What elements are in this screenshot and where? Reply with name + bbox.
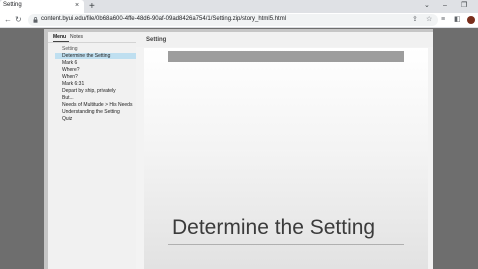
tab-title: Setting xyxy=(3,2,22,8)
tab-search-icon[interactable]: ⌄ xyxy=(424,1,430,11)
menu-item-label: Mark 6 xyxy=(62,60,78,66)
back-icon[interactable]: ← xyxy=(4,14,12,26)
menu-item-label: Needs of Multitude > His Needs xyxy=(62,102,133,108)
profile-avatar[interactable] xyxy=(467,16,475,24)
slide-heading: Determine the Setting xyxy=(172,216,376,239)
slide-title-bar xyxy=(168,51,404,62)
menu-item-label: Determine the Setting xyxy=(62,53,111,59)
reading-list-icon[interactable]: ≡ xyxy=(441,14,445,26)
menu-item-label: Depart by ship, privately xyxy=(62,88,116,94)
close-tab-icon[interactable]: × xyxy=(75,1,79,10)
address-bar[interactable]: content.byui.edu/file/0b68a600-4ffe-48d6… xyxy=(28,14,438,26)
reload-icon[interactable]: ↻ xyxy=(15,14,22,26)
course-player: Menu Notes Setting Determine the Setting… xyxy=(44,29,433,269)
browser-tab[interactable]: Setting × xyxy=(0,0,84,13)
page-title: Setting xyxy=(146,37,167,43)
slide-divider xyxy=(168,244,404,245)
browser-toolbar: ← ↻ content.byui.edu/file/0b68a600-4ffe-… xyxy=(0,13,478,28)
menu-item-mark-6-31[interactable]: Mark 6:31 xyxy=(55,81,139,87)
menu-item-quiz[interactable]: Quiz xyxy=(55,116,139,122)
slide-canvas: Determine the Setting xyxy=(144,48,428,269)
menu-section-label: Setting xyxy=(62,46,78,52)
menu-item-but[interactable]: But... xyxy=(55,95,139,101)
menu-item-depart-by-ship[interactable]: Depart by ship, privately xyxy=(55,88,139,94)
share-icon[interactable]: ⇪ xyxy=(412,14,418,26)
divider xyxy=(48,42,136,43)
player-content: Setting Determine the Setting xyxy=(136,32,433,269)
menu-item-label: When? xyxy=(62,74,78,80)
menu-item-label: But... xyxy=(62,95,74,101)
menu-item-label: Mark 6:31 xyxy=(62,81,85,87)
sidebar-tabs: Menu Notes xyxy=(48,32,136,42)
menu-item-determine-the-setting[interactable]: Determine the Setting xyxy=(55,53,139,59)
side-panel-icon[interactable]: ◧ xyxy=(454,14,461,26)
menu-item-needs-of-multitude[interactable]: Needs of Multitude > His Needs xyxy=(55,102,139,108)
tab-menu[interactable]: Menu xyxy=(53,34,66,40)
menu-item-where[interactable]: Where? xyxy=(55,67,139,73)
bookmark-star-icon[interactable]: ☆ xyxy=(426,14,432,26)
restore-icon[interactable]: ❐ xyxy=(461,1,467,11)
menu-item-when[interactable]: When? xyxy=(55,74,139,80)
menu-item-mark-6[interactable]: Mark 6 xyxy=(55,60,139,66)
content-header: Setting xyxy=(136,32,433,47)
menu-item-label: Understanding the Setting xyxy=(62,109,120,115)
menu-item-understanding-the-setting[interactable]: Understanding the Setting xyxy=(55,109,139,115)
new-tab-button[interactable]: + xyxy=(89,0,95,13)
url-text: content.byui.edu/file/0b68a600-4ffe-48d6… xyxy=(41,16,287,22)
menu-item-label: Where? xyxy=(62,67,80,73)
menu-item-label: Quiz xyxy=(62,116,73,122)
minimize-icon[interactable]: – xyxy=(443,1,447,11)
lock-icon xyxy=(33,17,38,23)
player-sidebar: Menu Notes Setting Determine the Setting… xyxy=(48,32,139,269)
browser-tab-strip: Setting × + ⌄ – ❐ xyxy=(0,0,478,13)
tab-notes[interactable]: Notes xyxy=(70,34,83,40)
